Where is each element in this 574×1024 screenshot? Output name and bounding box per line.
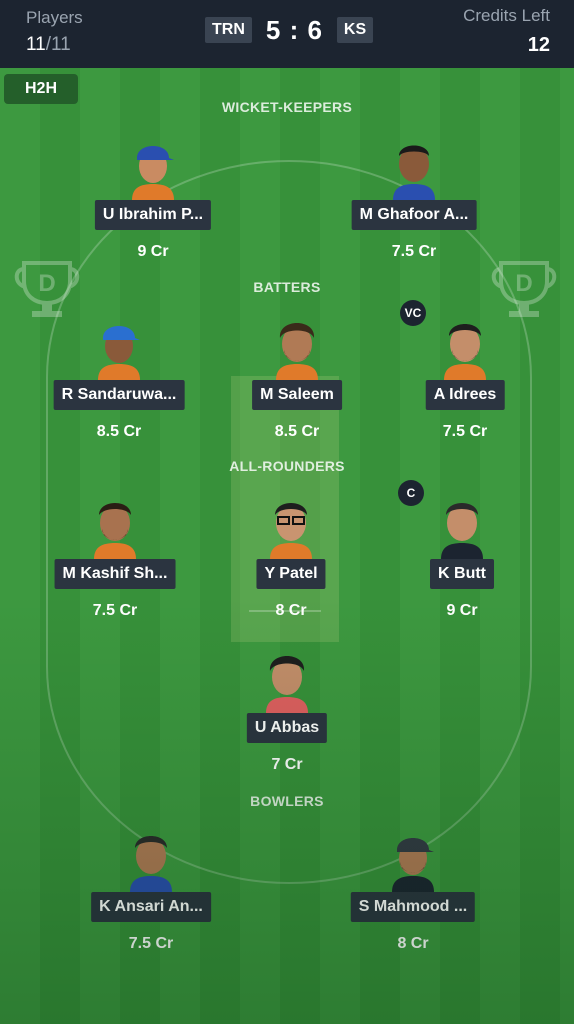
player-credits: 8.5 Cr [274, 423, 320, 440]
players-counter: Players 11/11 [26, 8, 83, 56]
players-total: /11 [45, 34, 71, 55]
player-avatar [98, 326, 140, 380]
section-batters: BATTERS [253, 279, 321, 295]
player-avatar [130, 836, 172, 892]
player-avatar [266, 656, 308, 713]
player-credits: 9 Cr [137, 243, 169, 260]
player-credits: 8 Cr [397, 935, 429, 952]
credits-label: Credits Left [463, 6, 550, 25]
player-credits: 7.5 Cr [128, 935, 174, 952]
player-credits: 7.5 Cr [92, 602, 138, 619]
player-card-ar2[interactable]: Y Patel 8 Cr [216, 487, 366, 619]
player-avatar [132, 146, 174, 200]
player-card-wk2[interactable]: M Ghafoor A... 7.5 Cr [339, 128, 489, 260]
player-card-bat1[interactable]: R Sandaruwa... 8.5 Cr [44, 308, 194, 440]
player-avatar [441, 503, 483, 559]
section-all-rounders: ALL-ROUNDERS [229, 458, 345, 474]
player-card-wk1[interactable]: U Ibrahim P... 9 Cr [78, 128, 228, 260]
credits-left: Credits Left 12 [463, 6, 550, 57]
player-card-bat3[interactable]: A Idrees 7.5 Cr [390, 308, 540, 440]
header-bar: Players 11/11 TRN 5 : 6 KS Credits Left … [0, 0, 574, 68]
section-wicket-keepers: WICKET-KEEPERS [221, 99, 353, 115]
player-name: R Sandaruwa... [53, 380, 185, 410]
player-avatar [444, 324, 486, 380]
player-avatar [276, 323, 318, 380]
player-card-ar1[interactable]: M Kashif Sh... 7.5 Cr [40, 487, 190, 619]
player-credits: 7.5 Cr [442, 423, 488, 440]
player-name: S Mahmood ... [350, 892, 476, 922]
player-name: M Saleem [252, 380, 342, 410]
player-credits: 8 Cr [275, 602, 307, 619]
player-name: A Idrees [425, 380, 505, 410]
player-credits: 7 Cr [271, 756, 303, 773]
player-name: U Abbas [246, 713, 328, 743]
player-credits: 7.5 Cr [391, 243, 437, 260]
player-card-bowl1[interactable]: K Ansari An... 7.5 Cr [76, 820, 226, 952]
player-name: M Ghafoor A... [351, 200, 477, 230]
player-credits: 8.5 Cr [96, 423, 142, 440]
players-count: 11 [26, 34, 46, 55]
team-right-chip: KS [336, 17, 374, 43]
score-value: 5 : 6 [265, 14, 323, 45]
player-name: M Kashif Sh... [54, 559, 176, 589]
player-card-ar4[interactable]: U Abbas 7 Cr [212, 641, 362, 773]
team-score: TRN 5 : 6 KS [205, 14, 374, 45]
section-bowlers: BOWLERS [250, 793, 324, 809]
player-avatar [393, 145, 435, 200]
player-card-bowl2[interactable]: S Mahmood ... 8 Cr [338, 820, 488, 952]
player-card-bat2[interactable]: M Saleem 8.5 Cr [222, 308, 372, 440]
player-avatar [392, 838, 434, 892]
player-name: K Butt [430, 559, 494, 589]
player-name: K Ansari An... [91, 892, 211, 922]
cricket-field: H2H D D WICKET-KEEPERS BATTERS ALL-ROUND… [0, 68, 574, 1024]
player-name: Y Patel [256, 559, 326, 589]
players-label: Players [26, 8, 83, 27]
player-name: U Ibrahim P... [94, 200, 212, 230]
player-card-ar3[interactable]: K Butt 9 Cr [387, 487, 537, 619]
player-avatar [94, 503, 136, 559]
credits-value: 12 [527, 34, 550, 56]
team-left-chip: TRN [205, 17, 252, 43]
player-credits: 9 Cr [446, 602, 478, 619]
team-preview-screen: Players 11/11 TRN 5 : 6 KS Credits Left … [0, 0, 574, 1024]
player-avatar [270, 503, 312, 559]
